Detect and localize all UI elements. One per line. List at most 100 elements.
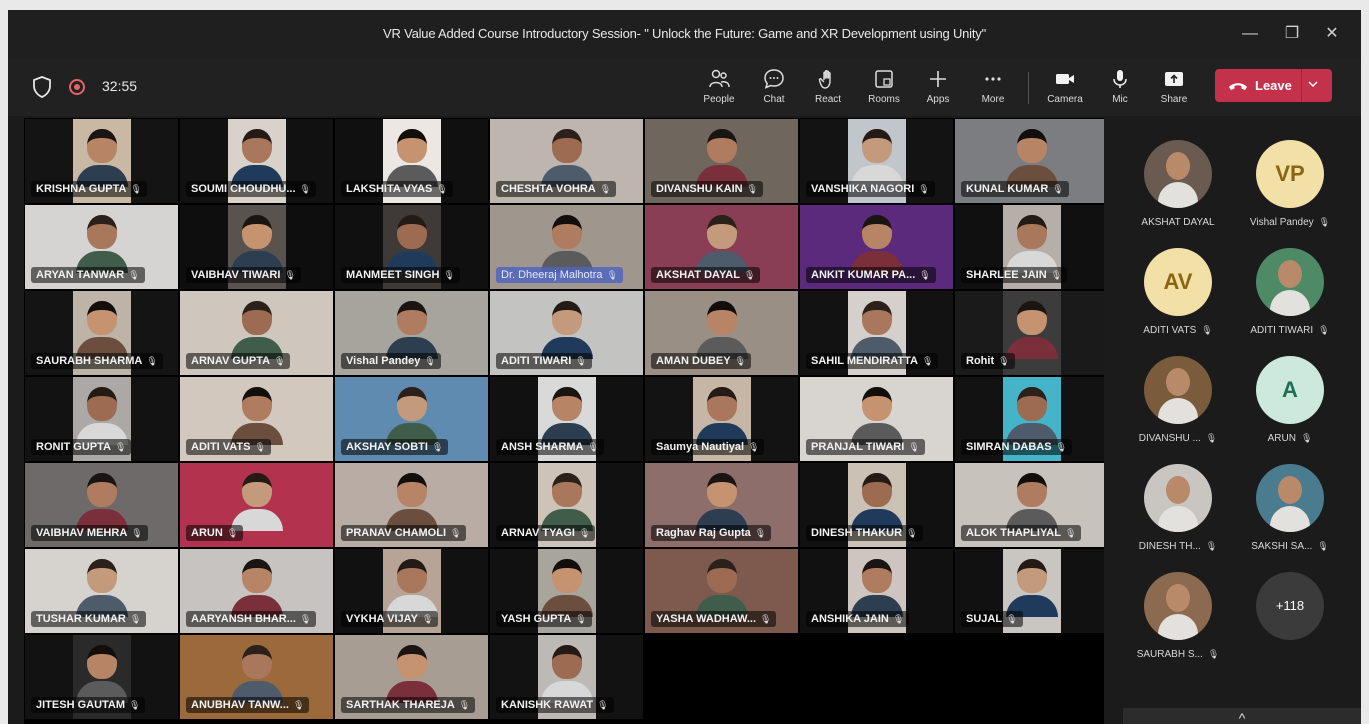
participant-tile[interactable]: ARNAV GUPTA 🎙 [180, 291, 333, 375]
participant-tile[interactable]: AKSHAT DAYAL 🎙 [645, 205, 798, 289]
participant-figure [850, 473, 903, 531]
roster-participant[interactable]: AV ADITI VATS 🎙 [1119, 238, 1237, 346]
participant-figure [230, 301, 283, 359]
roster-participant[interactable]: DIVANSHU ... 🎙 [1119, 346, 1237, 454]
participant-tile[interactable]: KRISHNA GUPTA 🎙 [25, 119, 178, 203]
participant-tile[interactable]: LAKSHITA VYAS 🎙 [335, 119, 488, 203]
participant-tile[interactable]: CHESHTA VOHRA 🎙 [490, 119, 643, 203]
mic-muted-icon: 🎙 [1207, 649, 1220, 659]
expand-roster-button[interactable]: ^ [1123, 708, 1361, 724]
participant-tile[interactable]: ARUN 🎙 [180, 463, 333, 547]
participant-tile[interactable]: DIVANSHU KAIN 🎙 [645, 119, 798, 203]
participant-tile[interactable]: MANMEET SINGH 🎙 [335, 205, 488, 289]
people-button[interactable]: People [692, 66, 746, 110]
participant-tile[interactable]: TUSHAR KUMAR 🎙 [25, 549, 178, 633]
participant-tile[interactable]: ANSHIKA JAIN 🎙 [800, 549, 953, 633]
participant-name: KUNAL KUMAR [966, 183, 1049, 195]
participant-tile[interactable]: ADITI TIWARI 🎙 [490, 291, 643, 375]
participant-figure [540, 129, 593, 187]
participant-tile[interactable]: VAIBHAV MEHRA 🎙 [25, 463, 178, 547]
mic-muted-icon: 🎙 [1006, 614, 1018, 624]
participant-tile[interactable]: VANSHIKA NAGORI 🎙 [800, 119, 953, 203]
roster-participant[interactable]: DINESH TH... 🎙 [1119, 454, 1237, 562]
participant-head [86, 387, 117, 421]
participant-tile[interactable]: Saumya Nautiyal 🎙 [645, 377, 798, 461]
roster-participant[interactable]: VP Vishal Pandey 🎙 [1231, 130, 1349, 238]
participant-tile[interactable]: SIMRAN DABAS 🎙 [955, 377, 1104, 461]
participant-tile[interactable]: Rohit 🎙 [955, 291, 1104, 375]
close-button[interactable]: ✕ [1320, 22, 1344, 46]
participant-tile[interactable]: DINESH THAKUR 🎙 [800, 463, 953, 547]
participant-tile[interactable]: Dr. Dheeraj Malhotra 🎙 [490, 205, 643, 289]
participant-name: KANISHK RAWAT [501, 699, 594, 711]
participant-head [1016, 387, 1047, 421]
apps-button[interactable]: Apps [911, 66, 965, 110]
mic-muted-icon: 🎙 [299, 184, 311, 194]
participant-tile[interactable]: SAURABH SHARMA 🎙 [25, 291, 178, 375]
roster-participant[interactable]: SAURABH S... 🎙 [1119, 562, 1237, 670]
participant-figure [850, 559, 903, 617]
roster-participant[interactable]: ADITI TIWARI 🎙 [1231, 238, 1349, 346]
mic-button[interactable]: Mic [1093, 66, 1147, 110]
participant-tile[interactable]: PRANJAL TIWARI 🎙 [800, 377, 953, 461]
participant-tile[interactable]: SOUMI CHOUDHU... 🎙 [180, 119, 333, 203]
participant-tile[interactable]: ARNAV TYAGI 🎙 [490, 463, 643, 547]
participant-tile[interactable]: SUJAL 🎙 [955, 549, 1104, 633]
participant-tile[interactable]: ANSH SHARMA 🎙 [490, 377, 643, 461]
participant-tile[interactable]: SARTHAK THAREJA 🎙 [335, 635, 488, 719]
participant-tile[interactable]: ARYAN TANWAR 🎙 [25, 205, 178, 289]
camera-button[interactable]: Camera [1038, 66, 1092, 110]
participant-tile[interactable]: VAIBHAV TIWARI 🎙 [180, 205, 333, 289]
participant-tile[interactable]: AMAN DUBEY 🎙 [645, 291, 798, 375]
leave-button[interactable]: Leave [1215, 69, 1332, 102]
mic-muted-icon: 🎙 [1055, 442, 1067, 452]
participant-tile[interactable]: ANKIT KUMAR PA... 🎙 [800, 205, 953, 289]
participant-name-label: KRISHNA GUPTA 🎙 [31, 181, 147, 197]
participant-tile[interactable]: Raghav Raj Gupta 🎙 [645, 463, 798, 547]
participant-tile[interactable]: YASHA WADHAW... 🎙 [645, 549, 798, 633]
shield-icon[interactable] [32, 76, 52, 98]
participant-head [1016, 301, 1047, 335]
participant-tile[interactable]: SAHIL MENDIRATTA 🎙 [800, 291, 953, 375]
rooms-button[interactable]: Rooms [857, 66, 911, 110]
participant-tile[interactable]: Vishal Pandey 🎙 [335, 291, 488, 375]
restore-button[interactable]: ❐ [1280, 22, 1304, 46]
more-label: More [981, 94, 1005, 105]
participant-name: RONIT GUPTA [36, 441, 111, 453]
mic-muted-icon: 🎙 [908, 442, 920, 452]
participant-tile[interactable]: RONIT GUPTA 🎙 [25, 377, 178, 461]
share-button[interactable]: Share [1147, 66, 1201, 110]
participant-name: Saumya Nautiyal [656, 441, 745, 453]
participant-tile[interactable]: YASH GUPTA 🎙 [490, 549, 643, 633]
avatar [1144, 464, 1212, 532]
mic-muted-icon: 🎙 [129, 700, 141, 710]
participant-tile[interactable]: PRANAV CHAMOLI 🎙 [335, 463, 488, 547]
hang-up-icon [1229, 83, 1247, 90]
participant-tile[interactable]: AARYANSH BHAR... 🎙 [180, 549, 333, 633]
react-button[interactable]: React [801, 66, 855, 110]
roster-participant[interactable]: AKSHAT DAYAL [1119, 130, 1237, 238]
participant-tile[interactable]: VYKHA VIJAY 🎙 [335, 549, 488, 633]
participant-tile[interactable]: AKSHAY SOBTI 🎙 [335, 377, 488, 461]
mic-muted-icon: 🎙 [458, 700, 471, 710]
minimize-button[interactable]: — [1238, 22, 1262, 46]
participant-tile[interactable]: JITESH GAUTAM 🎙 [25, 635, 178, 719]
participant-name-label: PRANJAL TIWARI 🎙 [806, 439, 925, 455]
more-button[interactable]: More [966, 66, 1020, 110]
roster-participant[interactable]: SAKSHI SA... 🎙 [1231, 454, 1349, 562]
participant-tile[interactable]: ALOK THAPLIYAL 🎙 [955, 463, 1104, 547]
leave-label: Leave [1255, 78, 1292, 93]
participant-tile[interactable]: KANISHK RAWAT 🎙 [490, 635, 643, 719]
participant-tile[interactable]: SHARLEE JAIN 🎙 [955, 205, 1104, 289]
participant-tile[interactable]: ANUBHAV TANW... 🎙 [180, 635, 333, 719]
participant-head [706, 301, 737, 335]
share-screen-icon [1165, 72, 1183, 86]
roster-participant[interactable]: A ARUN 🎙 [1231, 346, 1349, 454]
participant-tile[interactable]: KUNAL KUMAR 🎙 [955, 119, 1104, 203]
participant-tile[interactable]: ADITI VATS 🎙 [180, 377, 333, 461]
participant-figure [385, 559, 438, 617]
roster-participant-name: AKSHAT DAYAL [1141, 217, 1215, 228]
chat-button[interactable]: Chat [747, 66, 801, 110]
chevron-down-icon[interactable] [1307, 76, 1319, 95]
more-participants-button[interactable]: +118 [1231, 562, 1349, 670]
